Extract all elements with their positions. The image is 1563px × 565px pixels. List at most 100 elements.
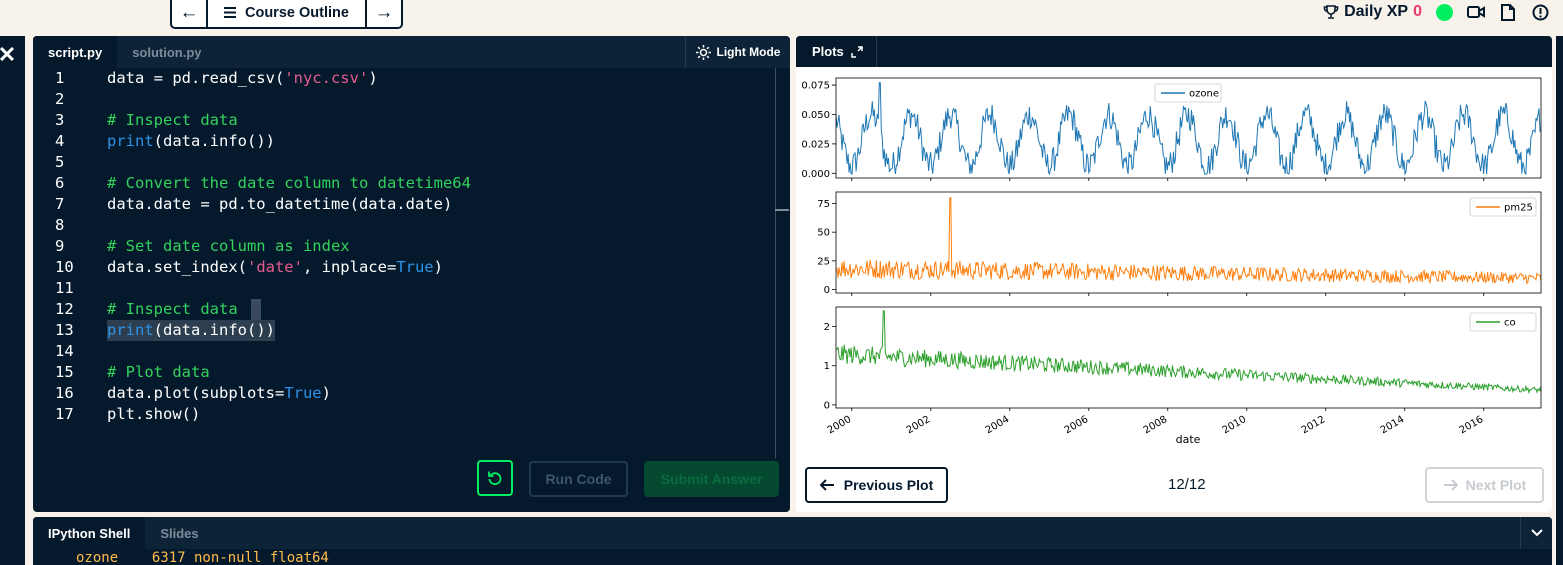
line-number: 7: [55, 195, 65, 213]
header-tools: Daily XP 0: [1323, 1, 1549, 23]
code-builtin: print: [107, 321, 154, 339]
code-text: data = pd.read_csv(: [107, 69, 285, 87]
light-mode-label: Light Mode: [716, 45, 781, 59]
info-icon[interactable]: [1531, 3, 1549, 21]
x-tick-label: 2014: [1379, 414, 1407, 436]
code-comment: # Plot data: [107, 363, 210, 381]
run-code-button[interactable]: Run Code: [529, 461, 628, 497]
close-icon[interactable]: ✕: [0, 42, 16, 67]
y-tick-label: 0.075: [801, 81, 830, 92]
x-tick-label: 2000: [826, 414, 854, 436]
daily-xp-label: Daily XP: [1344, 3, 1409, 20]
next-exercise-button[interactable]: →: [367, 0, 401, 27]
x-axis-label: date: [1176, 433, 1201, 446]
editor-scrollbar[interactable]: [775, 68, 776, 458]
x-tick-label: 2004: [984, 414, 1012, 436]
code-area[interactable]: 1 data = pd.read_csv('nyc.csv') 2 3 # Insp…: [33, 68, 775, 456]
collapse-shell-button[interactable]: [1520, 517, 1552, 549]
line-number: 15: [55, 363, 74, 381]
x-tick-label: 2002: [905, 414, 933, 436]
line-number: 2: [55, 90, 65, 108]
code-keyword: True: [284, 384, 322, 402]
course-outline-label: Course Outline: [245, 4, 349, 21]
previous-plot-button[interactable]: Previous Plot: [805, 467, 948, 503]
code-text: plt.show(): [107, 405, 201, 423]
co-series-line: [835, 310, 1542, 395]
legend-label: ozone: [1189, 89, 1219, 100]
code-text: ): [368, 69, 378, 87]
tab-plots[interactable]: Plots: [796, 36, 877, 67]
code-text: ): [321, 384, 331, 402]
trophy-icon: [1323, 5, 1339, 19]
course-navigation: ← Course Outline →: [170, 0, 403, 29]
code-text: (data.info()): [153, 132, 275, 150]
x-tick-label: 2010: [1221, 414, 1249, 436]
right-panel-strip: [1556, 36, 1563, 565]
tab-slides[interactable]: Slides: [145, 517, 213, 549]
code-comment: # Inspect data: [107, 111, 238, 129]
line-number: 11: [55, 279, 74, 297]
code-string: 'date': [246, 258, 303, 276]
code-text: data.set_index(: [107, 258, 247, 276]
code-comment: # Set date column as index: [107, 237, 350, 255]
shell-tabs: IPython Shell Slides: [33, 517, 1552, 549]
time-series-chart: 0.000 0.025 0.050 0.075 ozone 0 25 50 75 pm25 0 1 2 c…: [801, 77, 1542, 446]
code-text: (data.info()): [153, 321, 275, 339]
y-tick-label: 50: [817, 228, 830, 239]
line-number: 3: [55, 111, 65, 129]
line-number: 14: [55, 342, 74, 360]
code-text: , inplace=: [302, 258, 397, 276]
x-tick-label: 2012: [1300, 414, 1328, 436]
next-plot-label: Next Plot: [1465, 477, 1527, 493]
previous-plot-label: Previous Plot: [843, 477, 934, 493]
shell-output: ozone 6317 non-null float64: [76, 550, 329, 565]
code-editor-panel: script.py solution.py Light Mode 1 data =…: [33, 36, 790, 512]
tab-script-py[interactable]: script.py: [33, 36, 118, 68]
x-tick-label: 2016: [1458, 414, 1486, 436]
previous-exercise-button[interactable]: ←: [172, 0, 206, 27]
code-builtin: print: [107, 132, 154, 150]
line-number: 9: [55, 237, 65, 255]
tab-solution-py[interactable]: solution.py: [117, 36, 216, 68]
plots-tab-label: Plots: [812, 44, 844, 59]
y-tick-label: 25: [817, 256, 830, 267]
tab-ipython-shell[interactable]: IPython Shell: [33, 517, 146, 549]
code-text: data.plot(subplots=: [107, 384, 285, 402]
daily-xp-value: 0: [1413, 3, 1422, 20]
shell-panel: IPython Shell Slides ozone 6317 non-null…: [33, 517, 1552, 565]
document-icon[interactable]: [1499, 3, 1517, 21]
editor-tabs: script.py solution.py Light Mode: [33, 36, 790, 68]
line-number: 10: [55, 258, 74, 276]
plot-figure: 0.000 0.025 0.050 0.075 ozone 0 25 50 75 pm25 0 1 2 c…: [796, 67, 1552, 457]
sun-icon: [695, 44, 711, 60]
y-tick-label: 0.000: [801, 169, 830, 180]
line-number: 13: [55, 321, 74, 339]
line-number: 5: [55, 153, 65, 171]
line-number: 16: [55, 384, 74, 402]
y-tick-label: 0.050: [801, 110, 830, 121]
plots-tabs: Plots: [796, 36, 1552, 67]
x-tick-label: 2006: [1063, 414, 1091, 436]
video-icon[interactable]: [1467, 3, 1485, 21]
daily-xp[interactable]: Daily XP 0: [1323, 3, 1422, 21]
x-tick-label: 2008: [1142, 414, 1170, 436]
code-text: data.date = pd.to_datetime(data.date): [107, 195, 453, 213]
y-tick-label: 2: [824, 322, 830, 333]
top-bar: ← Course Outline → Daily XP 0: [0, 0, 1563, 32]
legend-label: pm25: [1504, 203, 1533, 214]
scrollbar-thumb[interactable]: [775, 209, 789, 211]
line-number: 12: [55, 300, 74, 318]
expand-icon[interactable]: [851, 45, 863, 58]
code-string: 'nyc.csv': [284, 69, 369, 87]
line-number: 17: [55, 405, 74, 423]
light-mode-toggle[interactable]: Light Mode: [685, 36, 790, 68]
y-tick-label: 0: [824, 400, 830, 411]
chevron-down-icon: [1530, 529, 1543, 537]
reset-button[interactable]: [477, 460, 513, 496]
next-plot-button[interactable]: Next Plot: [1425, 467, 1544, 503]
course-outline-button[interactable]: Course Outline: [206, 0, 367, 27]
code-comment: # Convert the date column to datetime64: [107, 174, 471, 192]
code-text: ): [433, 258, 443, 276]
selected-code: print(data.info()): [107, 320, 275, 341]
submit-answer-button[interactable]: Submit Answer: [644, 461, 779, 497]
